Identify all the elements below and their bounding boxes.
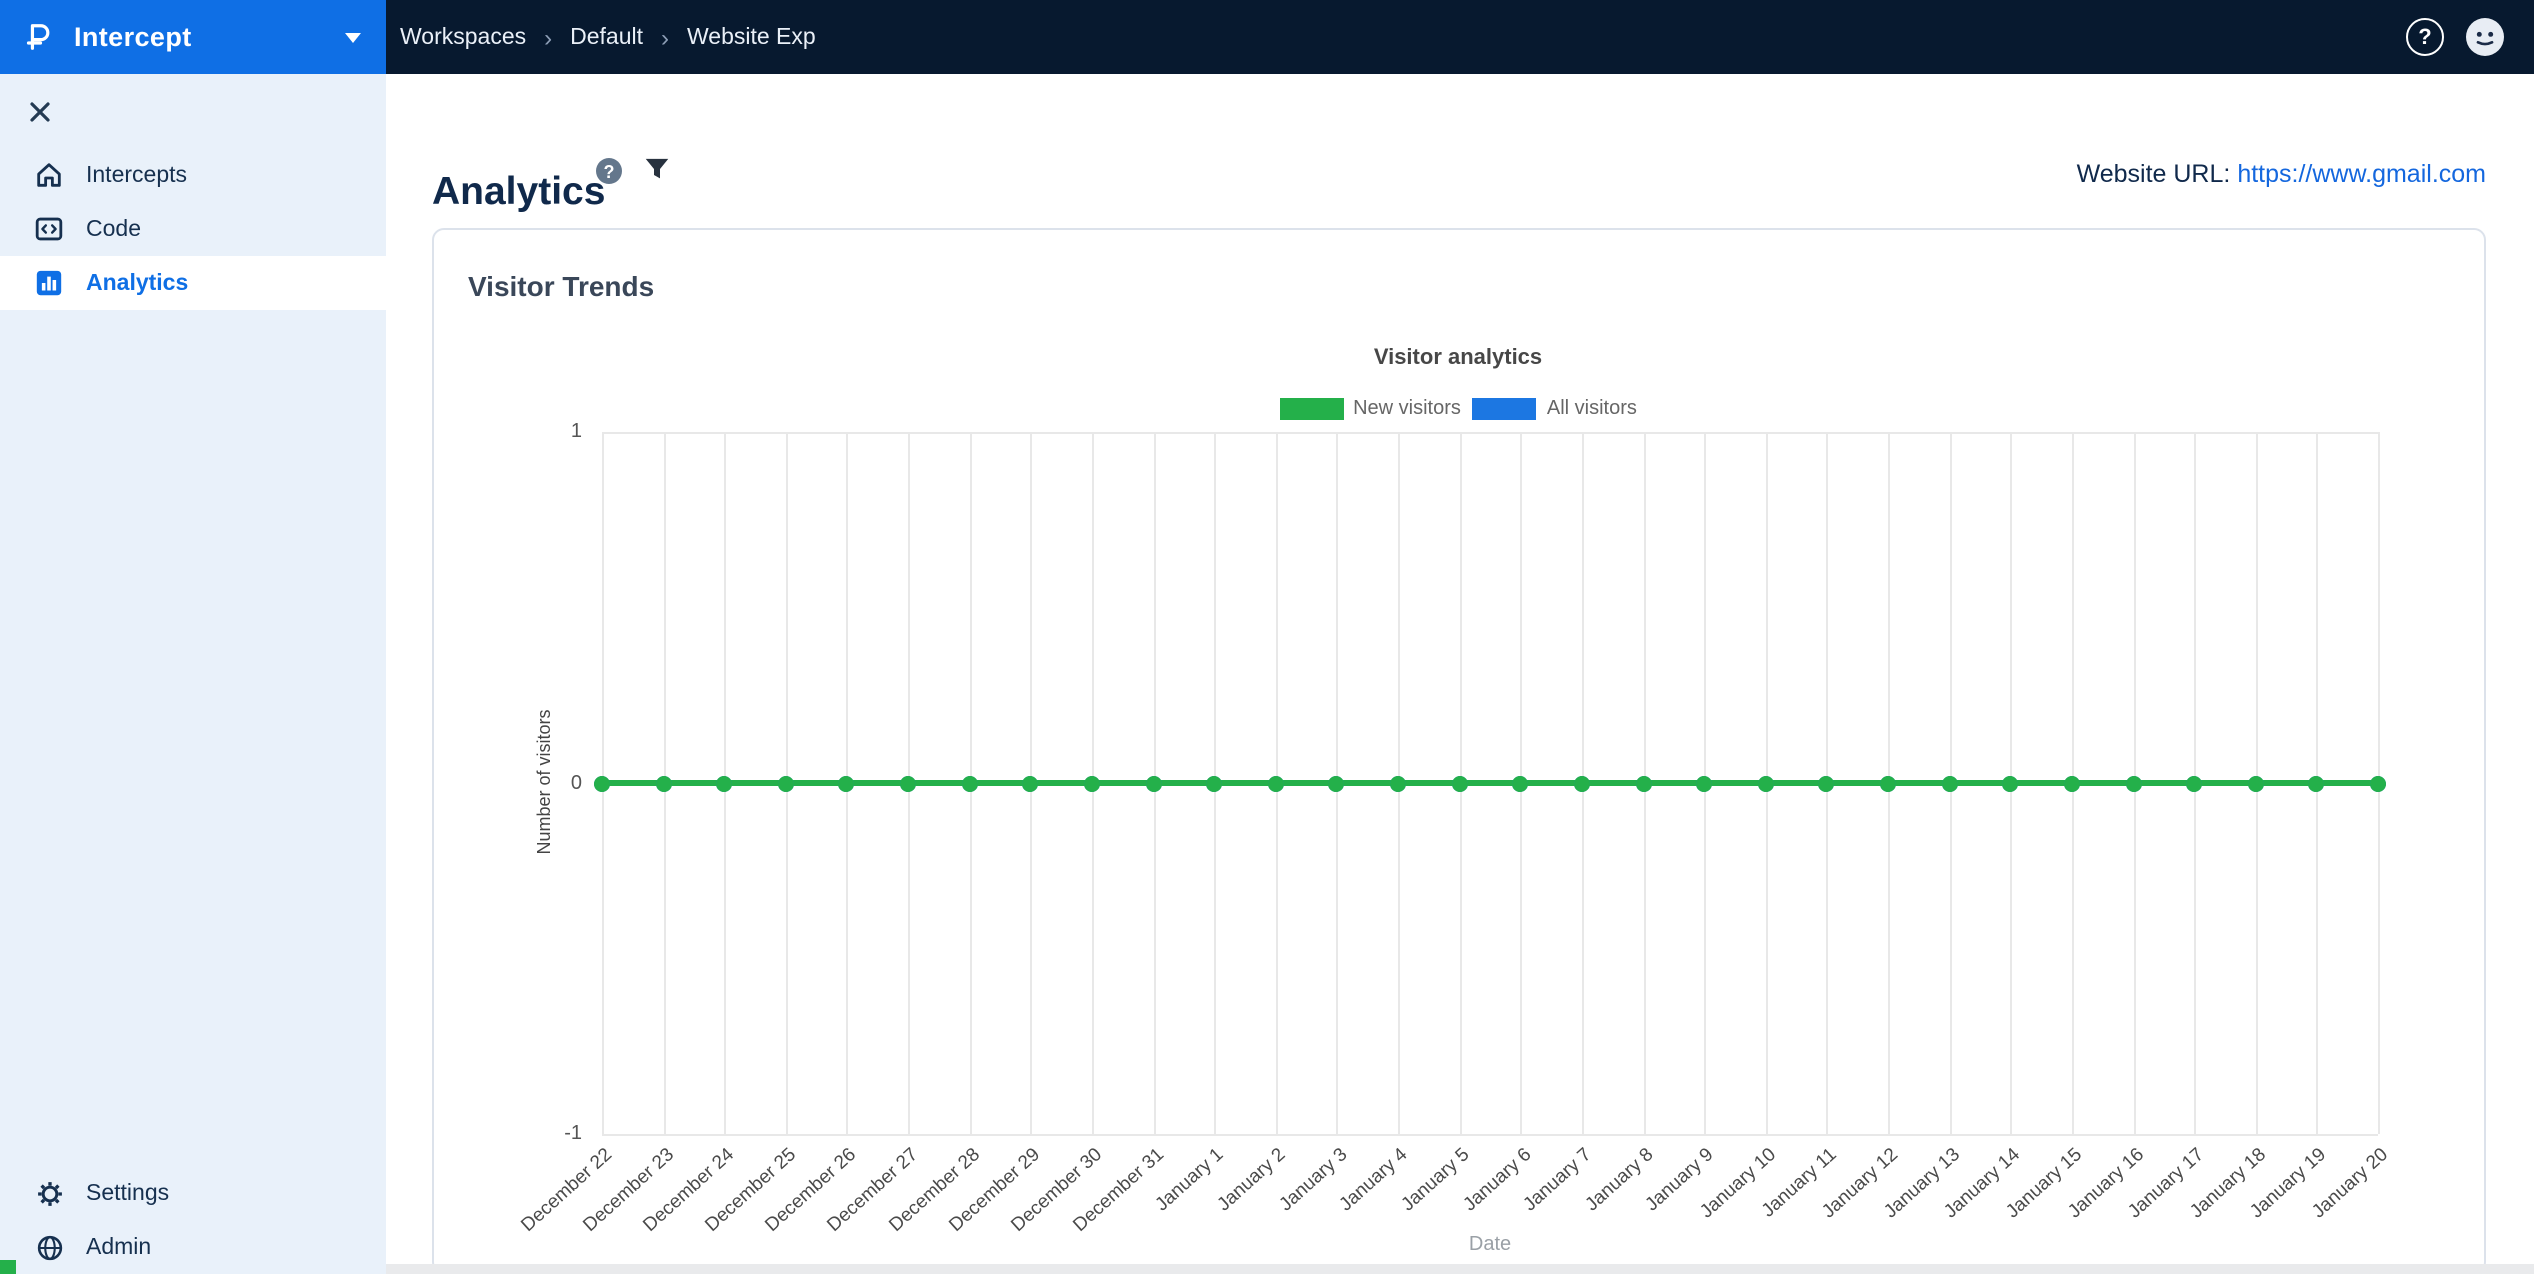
website-url-link[interactable]: https://www.gmail.com: [2237, 160, 2486, 188]
website-url-label: Website URL:: [2076, 160, 2231, 188]
data-point: [777, 775, 794, 791]
data-point: [1818, 775, 1835, 791]
data-point: [1512, 775, 1529, 791]
breadcrumb-default[interactable]: Default: [570, 25, 643, 49]
data-point: [1083, 775, 1100, 791]
breadcrumb-separator: ›: [661, 23, 669, 51]
legend-item[interactable]: All visitors: [1472, 398, 1637, 420]
data-point: [2186, 775, 2203, 791]
gridline-horizontal: [602, 1134, 2378, 1136]
filter-funnel-icon[interactable]: [642, 154, 672, 184]
y-tick-label: 0: [570, 772, 582, 794]
chart-legend: New visitors All visitors: [464, 398, 2452, 420]
app-window: Workspaces › Default › Website Exp ? Int…: [0, 0, 2534, 1274]
data-point: [2370, 775, 2386, 791]
page-help-icon[interactable]: ?: [596, 158, 622, 184]
legend-label: New visitors: [1353, 398, 1461, 420]
x-tick-label: January 5: [1397, 1144, 1475, 1217]
data-point: [1573, 775, 1590, 791]
data-point: [2002, 775, 2019, 791]
sidebar-item-code[interactable]: Code: [0, 202, 386, 256]
data-point: [1328, 775, 1345, 791]
data-point: [1880, 775, 1897, 791]
data-point: [655, 775, 672, 791]
data-point: [2125, 775, 2142, 791]
data-point: [1757, 775, 1774, 791]
sidebar-item-settings[interactable]: Settings: [0, 1166, 386, 1220]
sidebar-item-label: Admin: [86, 1235, 152, 1259]
sidebar-footer: Settings Admin: [0, 1166, 386, 1274]
sidebar-item-label: Code: [86, 217, 141, 241]
data-point: [1145, 775, 1162, 791]
data-point: [1635, 775, 1652, 791]
sidebar-item-label: Analytics: [86, 271, 189, 295]
data-point: [716, 775, 733, 791]
globe-icon: [34, 1232, 64, 1262]
breadcrumb-workspaces[interactable]: Workspaces: [400, 25, 526, 49]
help-glyph: ?: [2418, 25, 2432, 49]
data-point: [1206, 775, 1223, 791]
website-url: Website URL: https://www.gmail.com: [2077, 160, 2486, 188]
legend-item[interactable]: New visitors: [1279, 398, 1461, 420]
sidebar-nav: Intercepts Code Analytics: [0, 148, 386, 310]
gear-icon: [34, 1178, 64, 1208]
legend-swatch: [1472, 398, 1537, 420]
y-tick-label: 1: [570, 421, 582, 443]
intercept-logo-icon: [26, 24, 50, 50]
close-icon[interactable]: [24, 96, 56, 128]
breadcrumb: Workspaces › Default › Website Exp: [400, 0, 816, 74]
chart-title: Visitor analytics: [1373, 346, 1543, 370]
sidebar-item-label: Intercepts: [86, 163, 187, 187]
brand-name: Intercept: [74, 22, 192, 52]
y-tick-label: -1: [564, 1123, 582, 1145]
plot-area: [594, 432, 2386, 1136]
breadcrumb-separator: ›: [544, 23, 553, 51]
data-point: [1022, 775, 1039, 791]
bar-chart-icon: [34, 268, 64, 298]
data-point: [838, 775, 855, 791]
data-point: [1451, 775, 1468, 791]
breadcrumb-website-exp[interactable]: Website Exp: [687, 25, 816, 49]
code-icon: [34, 214, 64, 244]
data-point: [2247, 775, 2264, 791]
user-avatar[interactable]: [2466, 18, 2504, 56]
legend-swatch: [1279, 398, 1344, 420]
card-title: Visitor Trends: [468, 270, 655, 302]
x-tick-label: January 2: [1213, 1144, 1291, 1217]
corner-accent: [0, 1260, 16, 1274]
sidebar-item-intercepts[interactable]: Intercepts: [0, 148, 386, 202]
data-point: [1941, 775, 1958, 791]
x-axis-title: Date: [1468, 1234, 1512, 1256]
horizontal-scrollbar[interactable]: [386, 1264, 2534, 1274]
sidebar-item-label: Settings: [86, 1181, 170, 1205]
data-point: [594, 775, 610, 791]
data-point: [900, 775, 917, 791]
data-point: [1696, 775, 1713, 791]
avatar-face-icon: [2476, 31, 2494, 46]
page-title: Analytics: [432, 170, 606, 215]
help-glyph: ?: [603, 161, 615, 181]
chevron-down-icon: [345, 32, 361, 42]
sidebar: Intercepts Code Analytics Settings Admin: [0, 74, 386, 1274]
help-icon[interactable]: ?: [2406, 18, 2444, 56]
data-point: [1267, 775, 1284, 791]
legend-label: All visitors: [1546, 398, 1637, 420]
data-point: [2308, 775, 2325, 791]
workspace-switcher[interactable]: Intercept: [0, 0, 386, 74]
series-line: [602, 432, 2378, 1134]
data-point: [2063, 775, 2080, 791]
data-point: [961, 775, 978, 791]
sidebar-item-admin[interactable]: Admin: [0, 1220, 386, 1274]
sidebar-item-analytics[interactable]: Analytics: [0, 256, 386, 310]
home-icon: [34, 160, 64, 190]
topbar-actions: ?: [2406, 0, 2504, 74]
y-axis-ticks: 1 0 -1: [536, 421, 592, 1145]
data-point: [1390, 775, 1407, 791]
